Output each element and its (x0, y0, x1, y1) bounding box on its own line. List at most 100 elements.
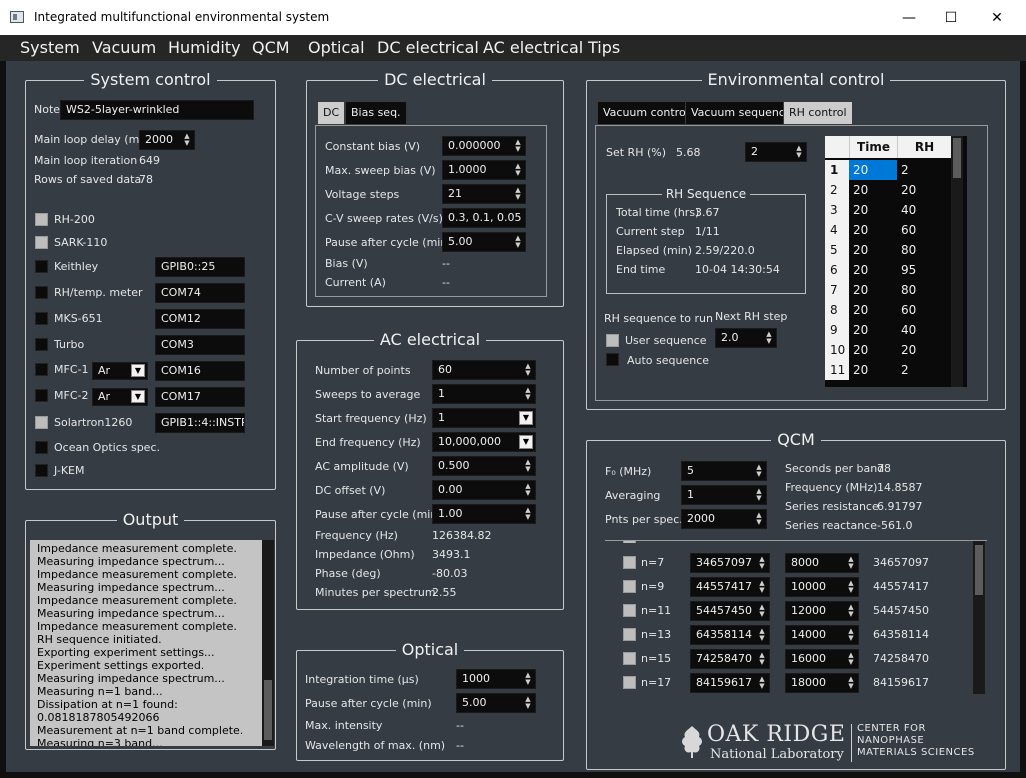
f0-spinbox[interactable]: 5 ▲ ▼ (681, 461, 767, 481)
tab-vacuum-control[interactable]: Vacuum control (597, 101, 695, 125)
tab-bias-seq[interactable]: Bias seq. (345, 101, 407, 125)
qcm-band-list[interactable]: n=7 34657097 ▲ ▼ 8000 ▲ ▼ 34657097 n=9 44557… (605, 540, 987, 694)
mfc2-gas-select[interactable]: Ar ▼ (92, 388, 148, 406)
mfc1-address-input[interactable]: COM16 (155, 361, 245, 381)
tab-rh-control[interactable]: RH control (783, 101, 853, 125)
table-cell-time[interactable]: 20 (849, 180, 897, 200)
averaging-spinbox[interactable]: 1 ▲ ▼ (681, 485, 767, 505)
scroll-thumb[interactable] (975, 545, 983, 595)
integration-time-spinbox[interactable]: 1000 ▲ ▼ (456, 669, 536, 689)
keithley-checkbox[interactable] (35, 260, 48, 273)
band-frequency-spinbox[interactable]: 74258470 ▲ ▼ (690, 649, 770, 669)
table-cell-time[interactable]: 20 (849, 160, 897, 180)
solartron-checkbox[interactable] (35, 416, 48, 429)
auto-sequence-checkbox[interactable] (606, 353, 619, 366)
dropdown-arrow-icon[interactable]: ▼ (519, 435, 533, 449)
mfc2-address-input[interactable]: COM17 (155, 387, 245, 407)
dropdown-arrow-icon[interactable]: ▼ (131, 364, 145, 377)
spin-arrows-icon[interactable]: ▲ ▼ (758, 556, 766, 570)
menu-qcm[interactable]: QCM (252, 38, 290, 57)
table-cell-time[interactable]: 20 (849, 280, 897, 300)
band-checkbox[interactable] (623, 652, 636, 665)
next-rh-step-spinbox[interactable]: 2.0 ▲ ▼ (715, 328, 777, 348)
table-cell-rh[interactable]: 20 (897, 340, 951, 360)
constant-bias-spinbox[interactable]: 0.000000 ▲ ▼ (442, 136, 526, 156)
band-checkbox[interactable] (623, 580, 636, 593)
voltage-steps-spinbox[interactable]: 21 ▲ ▼ (442, 184, 526, 204)
rh-temp-meter-checkbox[interactable] (35, 286, 48, 299)
keithley-address-input[interactable]: GPIB0::25 (155, 257, 245, 277)
cv-sweep-rates-input[interactable]: 0.3, 0.1, 0.05 (442, 208, 526, 228)
band-frequency-spinbox[interactable]: 64358114 ▲ ▼ (690, 625, 770, 645)
table-cell-rh[interactable]: 40 (897, 200, 951, 220)
maximize-button[interactable]: ☐ (928, 4, 974, 32)
num-points-spinbox[interactable]: 60 ▲ ▼ (432, 360, 536, 380)
sweeps-avg-spinbox[interactable]: 1 ▲ ▼ (432, 384, 536, 404)
ocean-optics-checkbox[interactable] (35, 441, 48, 454)
spin-arrows-icon[interactable]: ▲ ▼ (514, 187, 522, 201)
table-cell-time[interactable]: 20 (849, 300, 897, 320)
qcm-list-scrollbar[interactable] (973, 541, 985, 694)
loop-delay-spinbox[interactable]: 2000 ▲ ▼ (139, 130, 195, 150)
set-rh-spinbox[interactable]: 2 ▲ ▼ (745, 142, 807, 162)
scroll-thumb[interactable] (953, 138, 961, 178)
mfc1-gas-select[interactable]: Ar ▼ (92, 362, 148, 380)
spin-arrows-icon[interactable]: ▲ ▼ (755, 464, 763, 478)
table-cell-time[interactable]: 20 (849, 240, 897, 260)
table-cell-rh[interactable]: 95 (897, 260, 951, 280)
scroll-thumb[interactable] (264, 680, 272, 740)
table-cell-time[interactable]: 20 (849, 260, 897, 280)
menu-humidity[interactable]: Humidity (168, 38, 241, 57)
table-cell-rh[interactable]: 80 (897, 240, 951, 260)
menu-tips[interactable]: Tips (588, 38, 620, 57)
rh-temp-meter-address-input[interactable]: COM74 (155, 283, 245, 303)
output-log[interactable]: Impedance measurement complete. Measurin… (30, 540, 262, 746)
spin-arrows-icon[interactable]: ▲ ▼ (524, 696, 532, 710)
band-frequency-input[interactable] (690, 540, 770, 541)
dc-pause-spinbox[interactable]: 5.00 ▲ ▼ (442, 232, 526, 252)
band-width-spinbox[interactable]: 14000 ▲ ▼ (785, 625, 859, 645)
band-width-spinbox[interactable]: 16000 ▲ ▼ (785, 649, 859, 669)
table-cell-rh[interactable]: 60 (897, 300, 951, 320)
spin-arrows-icon[interactable]: ▲ ▼ (758, 604, 766, 618)
spin-arrows-icon[interactable]: ▲ ▼ (755, 512, 763, 526)
dc-offset-spinbox[interactable]: 0.00 ▲ ▼ (432, 480, 536, 500)
table-cell-rh[interactable]: 2 (897, 360, 951, 380)
spin-arrows-icon[interactable]: ▲ ▼ (524, 459, 532, 473)
mfc2-checkbox[interactable] (35, 389, 48, 402)
mfc1-checkbox[interactable] (35, 363, 48, 376)
rh-sequence-table[interactable]: Time RH 1 20 2 2 20 20 3 20 40 4 20 60 5… (825, 136, 967, 387)
spin-arrows-icon[interactable]: ▲ ▼ (765, 331, 773, 345)
jkem-checkbox[interactable] (35, 464, 48, 477)
ac-amplitude-spinbox[interactable]: 0.500 ▲ ▼ (432, 456, 536, 476)
max-sweep-bias-spinbox[interactable]: 1.0000 ▲ ▼ (442, 160, 526, 180)
minimize-button[interactable]: — (886, 4, 932, 32)
band-width-spinbox[interactable]: 10000 ▲ ▼ (785, 577, 859, 597)
table-cell-time[interactable]: 20 (849, 360, 897, 380)
rh-table-scrollbar[interactable] (951, 136, 963, 387)
table-cell-rh[interactable]: 2 (897, 160, 951, 180)
table-cell-time[interactable]: 20 (849, 320, 897, 340)
band-checkbox[interactable] (623, 556, 636, 569)
band-width-spinbox[interactable]: 8000 ▲ ▼ (785, 553, 859, 573)
spin-arrows-icon[interactable]: ▲ ▼ (524, 387, 532, 401)
close-button[interactable]: ✕ (974, 4, 1020, 32)
menu-optical[interactable]: Optical (308, 38, 365, 57)
band-frequency-spinbox[interactable]: 54457450 ▲ ▼ (690, 601, 770, 621)
band-checkbox[interactable] (623, 628, 636, 641)
table-cell-time[interactable]: 20 (849, 340, 897, 360)
spin-arrows-icon[interactable]: ▲ ▼ (514, 139, 522, 153)
rh200-checkbox[interactable] (35, 213, 48, 226)
ac-pause-spinbox[interactable]: 1.00 ▲ ▼ (432, 504, 536, 524)
optical-pause-spinbox[interactable]: 5.00 ▲ ▼ (456, 693, 536, 713)
spin-arrows-icon[interactable]: ▲ ▼ (847, 652, 855, 666)
band-width-spinbox[interactable]: 12000 ▲ ▼ (785, 601, 859, 621)
spin-arrows-icon[interactable]: ▲ ▼ (847, 580, 855, 594)
band-width-spinbox[interactable]: 18000 ▲ ▼ (785, 673, 859, 693)
table-header-rh[interactable]: RH (897, 136, 951, 158)
spin-arrows-icon[interactable]: ▲ ▼ (758, 628, 766, 642)
solartron-address-input[interactable]: GPIB1::4::INSTR (155, 413, 245, 433)
spin-arrows-icon[interactable]: ▲ ▼ (847, 556, 855, 570)
table-header-time[interactable]: Time (849, 136, 897, 158)
spin-arrows-icon[interactable]: ▲ ▼ (758, 580, 766, 594)
